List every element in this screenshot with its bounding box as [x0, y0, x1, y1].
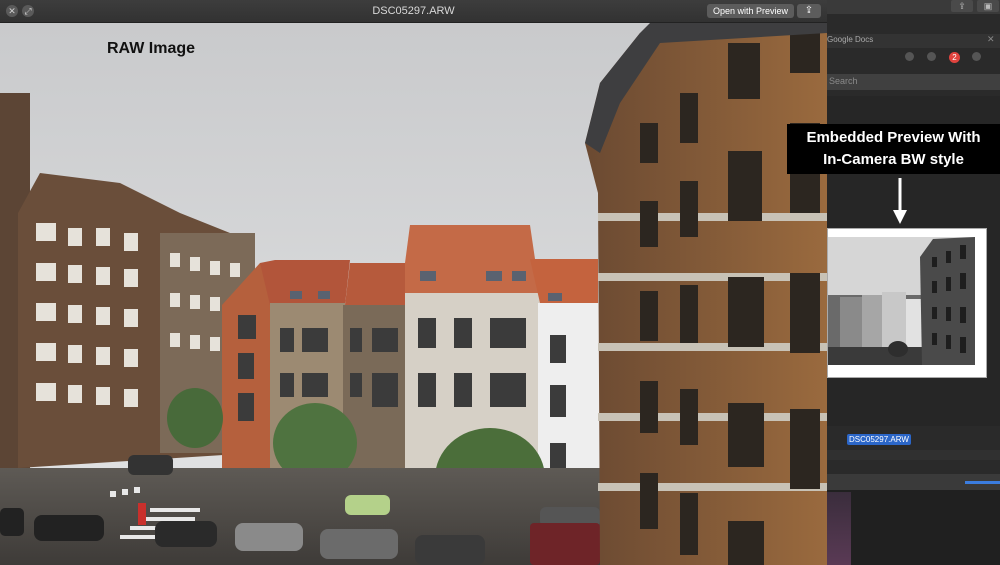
- share-icon[interactable]: ⇪: [797, 4, 821, 18]
- quick-look-window: ✕ ⤢ DSC05297.ARW Open with Preview ⇪ RAW…: [0, 0, 827, 565]
- selected-file-label[interactable]: DSC05297.ARW: [847, 434, 911, 445]
- bookmark-icon[interactable]: [972, 52, 981, 61]
- raw-image-label: RAW Image: [107, 40, 196, 57]
- bookmark-icons: [827, 52, 1000, 62]
- callout-line-2: In-Camera BW style: [823, 151, 964, 168]
- title-bar: ✕ ⤢ DSC05297.ARW Open with Preview ⇪: [0, 0, 827, 23]
- status-bar: [827, 450, 1000, 460]
- raw-photo: [0, 23, 827, 565]
- background-toolbar: ⇪ ▣: [827, 0, 1000, 14]
- filmstrip: [827, 490, 1000, 565]
- callout-line-1: Embedded Preview With: [806, 129, 981, 146]
- window-title: DSC05297.ARW: [372, 5, 455, 17]
- bookmark-icon[interactable]: [927, 52, 936, 61]
- search-field[interactable]: Search: [827, 74, 1000, 90]
- open-with-preview-button[interactable]: Open with Preview: [707, 4, 795, 18]
- embedded-bw-preview-image: [828, 237, 975, 365]
- down-arrow-icon: [893, 178, 907, 224]
- embedded-preview-callout: Embedded Preview With In-Camera BW style: [787, 124, 1000, 174]
- search-placeholder: Search: [829, 76, 858, 86]
- filmstrip-thumbnail[interactable]: [827, 492, 851, 565]
- bookmark-icon[interactable]: [905, 52, 914, 61]
- notification-badge: 2: [949, 52, 960, 63]
- progress-indicator: [965, 481, 1000, 484]
- tab-close-icon[interactable]: ✕: [987, 34, 995, 45]
- background-tab-bar: Google Docs ✕: [827, 34, 1000, 48]
- sidebar-icon[interactable]: ▣: [977, 0, 999, 12]
- share-icon[interactable]: ⇪: [951, 0, 973, 12]
- tab-google-docs[interactable]: Google Docs: [827, 35, 873, 44]
